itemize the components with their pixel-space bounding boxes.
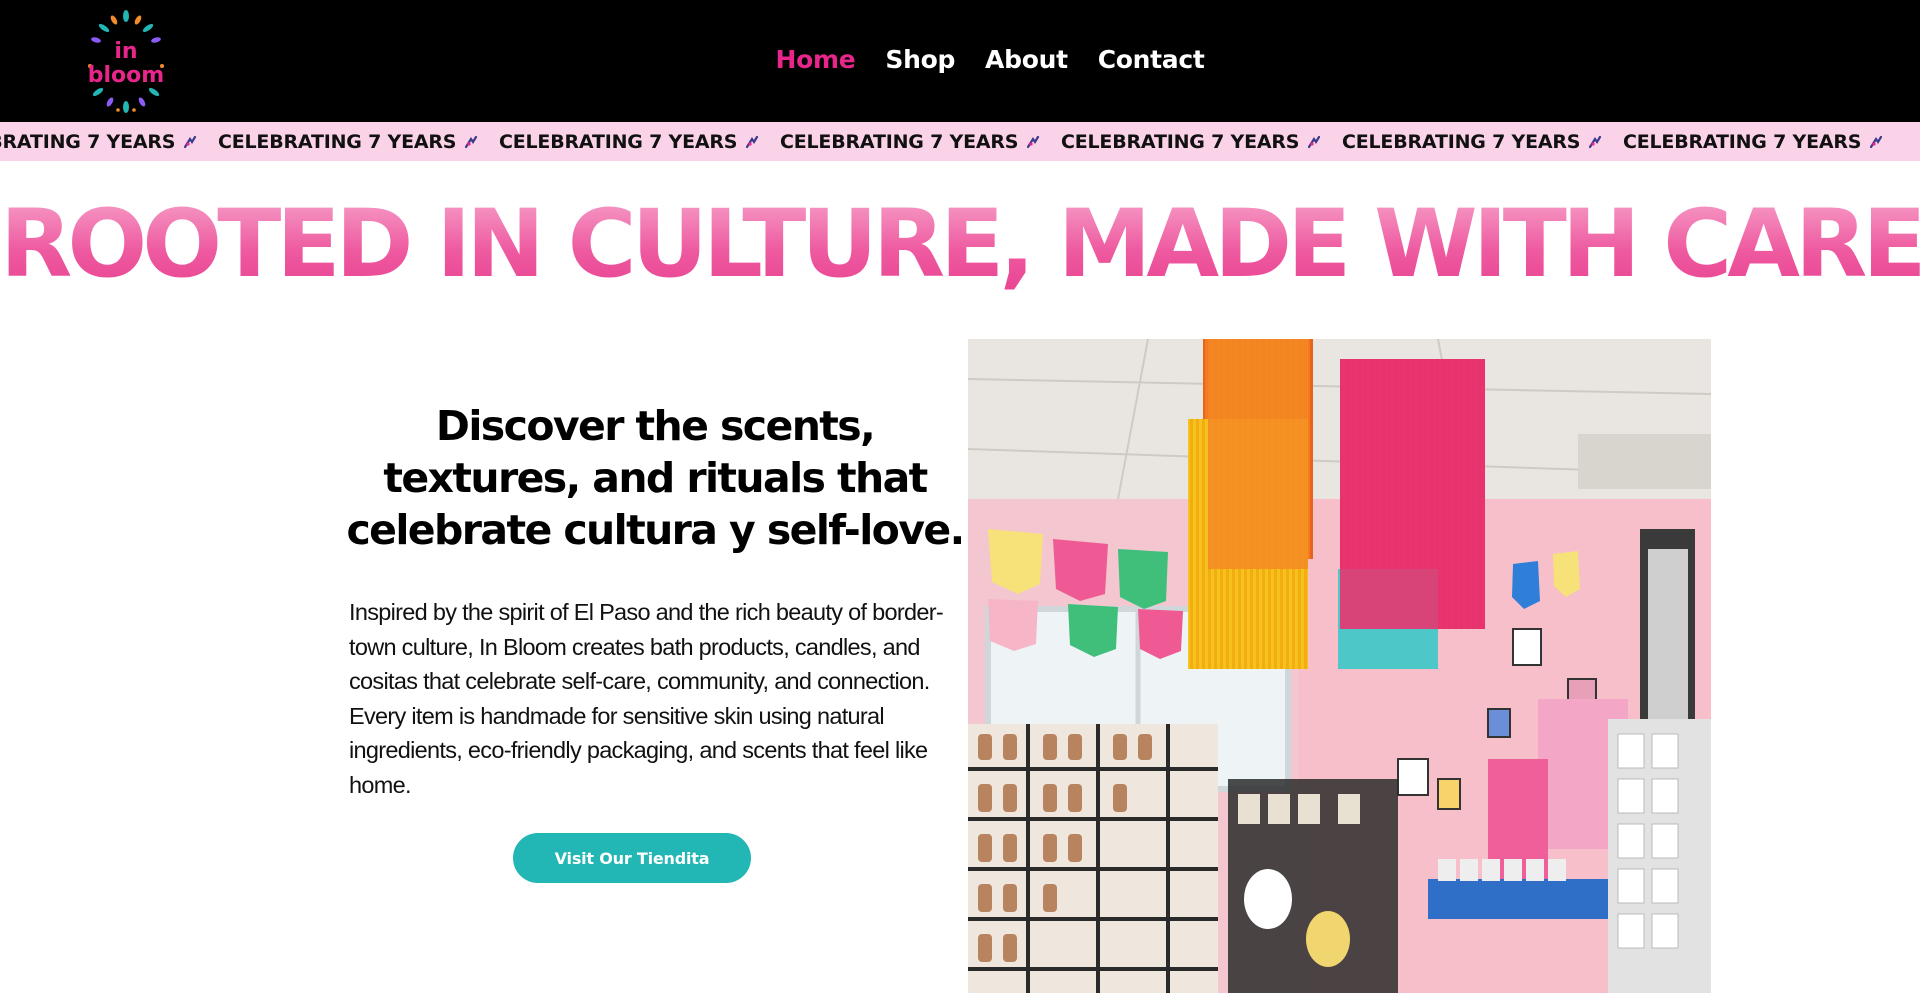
pinata-icon — [443, 135, 499, 149]
nav-contact[interactable]: Contact — [1098, 44, 1205, 76]
nav-shop[interactable]: Shop — [885, 44, 955, 76]
nav-about[interactable]: About — [985, 44, 1068, 76]
nav-home[interactable]: Home — [775, 44, 855, 76]
pinata-icon — [1005, 135, 1061, 149]
main-nav: Home Shop About Contact — [0, 44, 1920, 76]
ticker-item: CELEBRATING 7 YEARS — [218, 122, 499, 161]
hero-headline: ROOTED IN CULTURE, MADE WITH CARE — [0, 190, 1920, 299]
store-photo-illustration — [968, 339, 1711, 993]
ticker-text: CELEBRATING 7 YEARS — [1061, 130, 1300, 153]
ticker-text: CELEBRATING 7 YEARS — [218, 130, 457, 153]
ticker-text: CELEBRATING 7 YEARS — [1623, 130, 1862, 153]
visit-tiendita-button[interactable]: Visit Our Tiendita — [513, 833, 751, 883]
ticker-item: CELEBRATING 7 YEARS — [1061, 122, 1342, 161]
ticker-track: CELEBRATING 7 YEARS CELEBRATING 7 YEARS … — [0, 122, 1904, 161]
site-header: in bloom Home Shop About Contact — [0, 0, 1920, 122]
ticker-text: CELEBRATING 7 YEARS — [499, 130, 738, 153]
ticker-item: CELEBRATING 7 YEARS — [0, 122, 218, 161]
subhead-line: celebrate cultura y self-love. — [346, 506, 965, 554]
pinata-icon — [1848, 135, 1904, 149]
ticker-text: CELEBRATING 7 YEARS — [780, 130, 1019, 153]
ticker-text: CELEBRATING 7 YEARS — [0, 130, 176, 153]
body-paragraph: Inspired by the spirit of El Paso and th… — [349, 599, 944, 694]
pinata-icon — [1286, 135, 1342, 149]
hero-subhead: Discover the scents, textures, and ritua… — [340, 400, 970, 556]
subhead-line: textures, and rituals that — [383, 454, 928, 502]
body-paragraph: Every item is handmade for sensitive ski… — [349, 702, 928, 798]
ticker-item: CELEBRATING 7 YEARS — [499, 122, 780, 161]
ticker-item: CELEBRATING 7 YEARS — [1342, 122, 1623, 161]
pinata-icon — [162, 135, 218, 149]
pinata-icon — [724, 135, 780, 149]
hero-body: Inspired by the spirit of El Paso and th… — [349, 595, 969, 802]
pinata-icon — [1567, 135, 1623, 149]
announcement-ticker: CELEBRATING 7 YEARS CELEBRATING 7 YEARS … — [0, 122, 1920, 161]
ticker-item: CELEBRATING 7 YEARS — [1623, 122, 1904, 161]
store-interior-photo — [968, 339, 1711, 993]
subhead-line: Discover the scents, — [435, 402, 876, 450]
ticker-text: CELEBRATING 7 YEARS — [1342, 130, 1581, 153]
ticker-item: CELEBRATING 7 YEARS — [780, 122, 1061, 161]
